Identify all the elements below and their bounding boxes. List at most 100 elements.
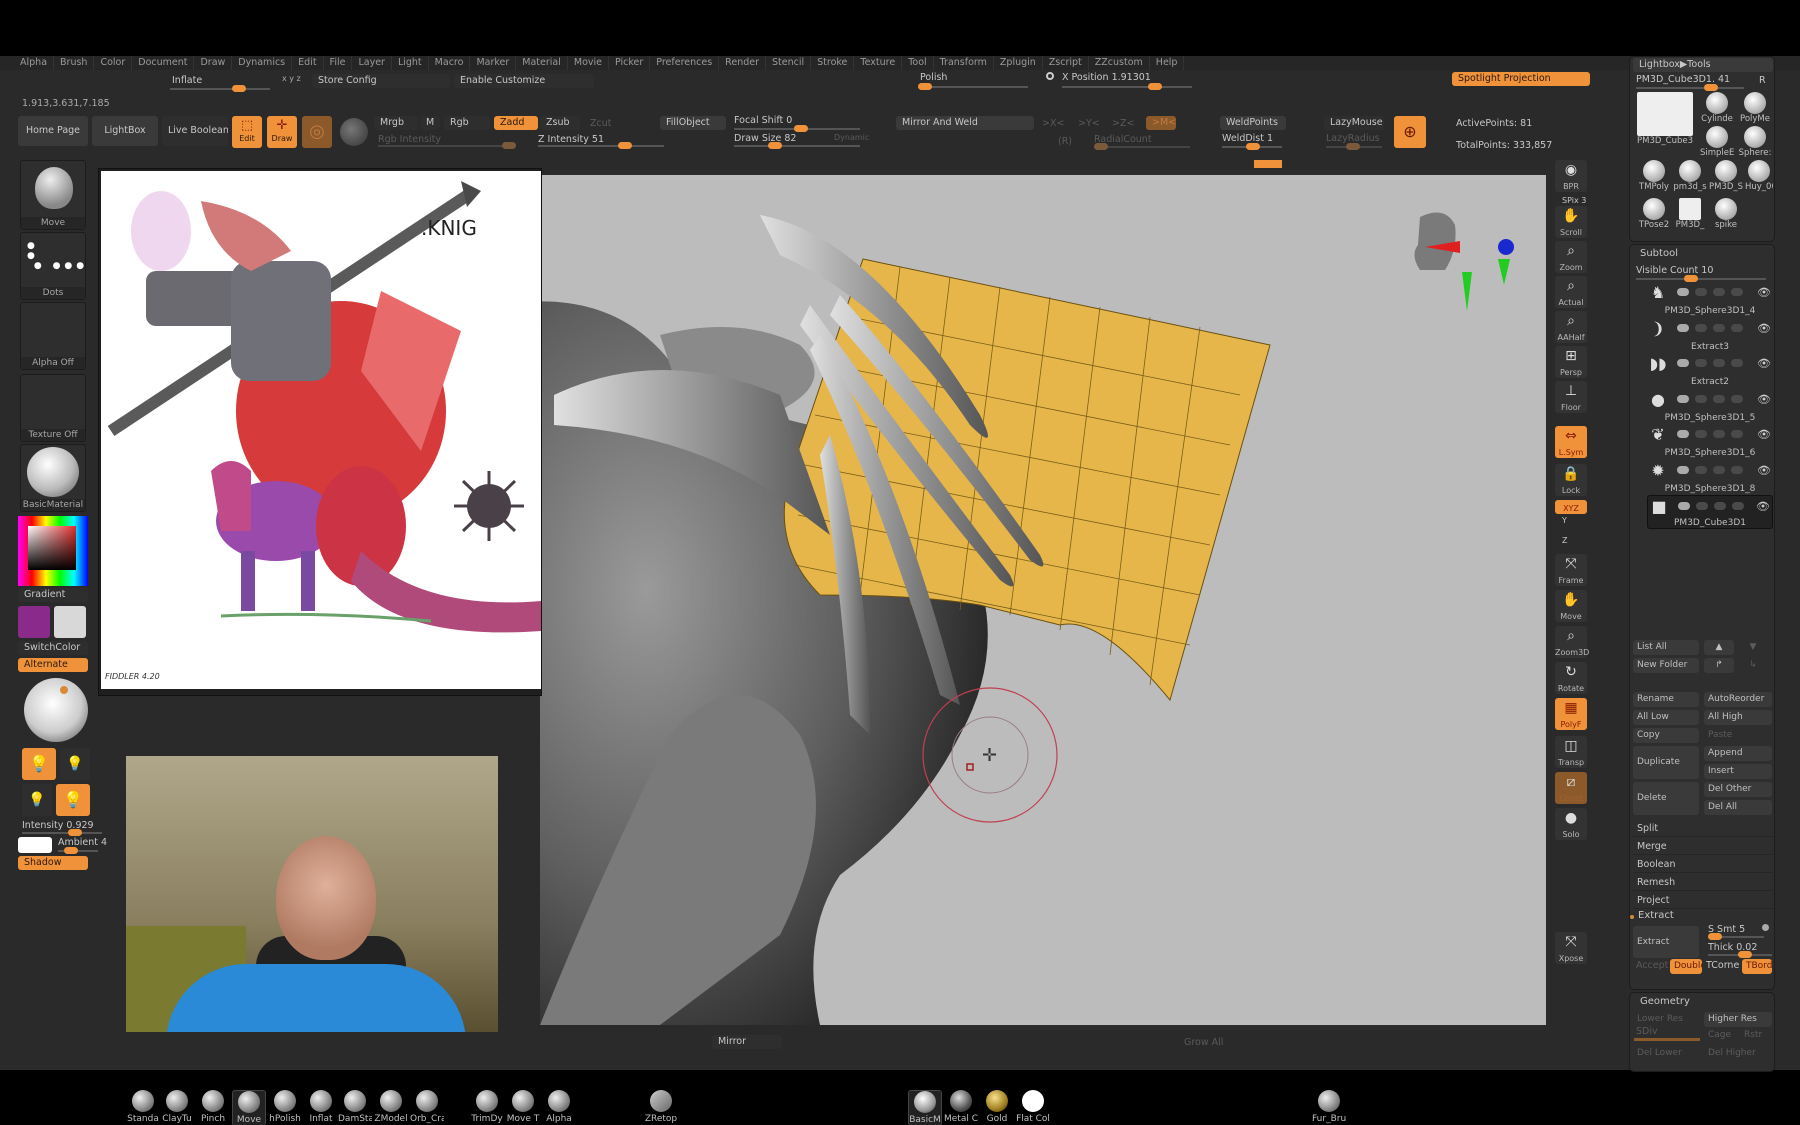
light-intensity-slider[interactable] [22, 829, 102, 836]
mrgb-button[interactable]: Mrgb [374, 116, 418, 130]
eye-icon[interactable]: 👁 [1756, 500, 1770, 513]
menu-macro[interactable]: Macro [429, 56, 471, 70]
eye-icon[interactable]: 👁 [1757, 393, 1771, 406]
menu-zplugin[interactable]: Zplugin [994, 56, 1043, 70]
reference-image-panel[interactable]: .KNIG FIDDLER 4.20 [98, 168, 542, 696]
enable-customize-button[interactable]: Enable Customize [454, 74, 594, 88]
view-tool-spix-3[interactable]: SPix 3 [1562, 196, 1586, 205]
tool-thumb[interactable]: SimpleE [1700, 126, 1734, 160]
view-tool-persp[interactable]: ⊞ Persp [1555, 346, 1587, 378]
view-tool-move[interactable]: ✋ Move [1555, 590, 1587, 622]
view-tool-xpose[interactable]: ⤧ Xpose [1555, 932, 1587, 964]
eye-icon[interactable]: 👁 [1757, 428, 1771, 441]
draw-size-slider[interactable] [734, 142, 860, 149]
menu-brush[interactable]: Brush [54, 56, 95, 70]
extract-button[interactable]: Extract [1633, 926, 1699, 958]
view-tool-z[interactable]: Z [1562, 536, 1567, 545]
edit-button[interactable]: ⬚ Edit [232, 116, 262, 148]
ambient-color-swatch[interactable] [18, 837, 52, 853]
view-tool-bpr[interactable]: ◉ BPR [1555, 160, 1587, 192]
copy-button[interactable]: Copy [1633, 728, 1699, 743]
inflate-slider[interactable] [170, 85, 270, 92]
view-tool-y[interactable]: Y [1562, 516, 1567, 525]
lightbox-button[interactable]: LightBox [92, 116, 158, 146]
subtool-item[interactable]: ◗◗ 👁 Extract2 [1647, 353, 1773, 387]
radial-count-slider[interactable] [1094, 143, 1190, 150]
alternate-button[interactable]: Alternate [18, 658, 88, 672]
shelf-item[interactable]: Standa [126, 1090, 160, 1124]
view-tool-floor[interactable]: ⊥ Floor [1555, 381, 1587, 413]
zadd-button[interactable]: Zadd [494, 116, 538, 130]
dynamic-toggle[interactable]: Dynamic [834, 133, 869, 142]
tool-thumb[interactable]: Cylinde [1700, 92, 1734, 126]
menu-layer[interactable]: Layer [352, 56, 392, 70]
accept-button[interactable]: Accept [1636, 960, 1668, 971]
dynamic-subdiv-button[interactable]: ⊕ [1394, 116, 1426, 148]
subtool-toggles[interactable] [1677, 465, 1743, 474]
menu-picker[interactable]: Picker [609, 56, 651, 70]
r-button[interactable]: R [1756, 74, 1772, 88]
thick-slider[interactable] [1708, 951, 1772, 958]
subtool-section-remesh[interactable]: Remesh [1633, 874, 1773, 891]
tool-thumb[interactable]: PM3D_Cube3D [1637, 92, 1693, 152]
subtool-section-project[interactable]: Project [1633, 892, 1773, 909]
auto-reorder-button[interactable]: AutoReorder [1704, 692, 1772, 707]
shelf-item[interactable]: Pinch [196, 1090, 230, 1124]
lazy-mouse-button[interactable]: LazyMouse [1324, 116, 1384, 130]
sdiv-slider[interactable] [1634, 1038, 1700, 1041]
menu-material[interactable]: Material [516, 56, 568, 70]
subtool-item[interactable]: ✹ 👁 PM3D_Sphere3D1_8 [1647, 460, 1773, 494]
subtool-item[interactable]: ❦ 👁 PM3D_Sphere3D1_6 [1647, 424, 1773, 458]
m-button[interactable]: M [420, 116, 440, 130]
subtool-section-boolean[interactable]: Boolean [1633, 856, 1773, 873]
subtool-toggles[interactable] [1677, 323, 1743, 332]
shelf-item[interactable]: ClayTu [160, 1090, 194, 1124]
color-square[interactable] [28, 526, 76, 570]
light-sphere[interactable] [24, 678, 88, 742]
lightbox-tools-button[interactable]: Lightbox▶Tools [1633, 58, 1773, 72]
shelf-item[interactable]: Alpha [542, 1090, 576, 1124]
color-picker[interactable] [18, 516, 88, 586]
move-down-button[interactable]: ▼ [1738, 640, 1768, 655]
del-other-button[interactable]: Del Other [1704, 782, 1772, 797]
tool-thumb[interactable]: TPose2 [1637, 198, 1671, 242]
higher-res-button[interactable]: Higher Res [1704, 1012, 1772, 1027]
xyz-toggle[interactable]: x y z [282, 74, 301, 83]
view-tool-aahalf[interactable]: ⌕ AAHalf [1555, 311, 1587, 343]
menu-preferences[interactable]: Preferences [650, 56, 720, 70]
paste-button[interactable]: Paste [1704, 728, 1772, 743]
duplicate-button[interactable]: Duplicate [1633, 746, 1699, 779]
menu-stroke[interactable]: Stroke [811, 56, 855, 70]
undo-arrow-button[interactable]: ↳ [1738, 658, 1768, 673]
shelf-item[interactable]: Move T [506, 1090, 540, 1124]
polish-circle-icon[interactable] [1046, 72, 1054, 80]
eye-icon[interactable]: 👁 [1757, 357, 1771, 370]
list-all-button[interactable]: List All [1633, 640, 1699, 655]
tool-thumb[interactable]: Sphere: [1738, 126, 1772, 160]
shelf-item[interactable]: ZModel [374, 1090, 408, 1124]
view-tool-l-sym[interactable]: ⇔ L.Sym [1555, 426, 1587, 458]
menu-alpha[interactable]: Alpha [14, 56, 55, 70]
menu-render[interactable]: Render [719, 56, 766, 70]
menu-zscript[interactable]: Zscript [1043, 56, 1089, 70]
subtool-toggles[interactable] [1677, 394, 1743, 403]
weld-dist-slider[interactable] [1222, 143, 1282, 150]
view-tool-polyf[interactable]: ▦ PolyF [1555, 698, 1587, 730]
z-intensity-slider[interactable] [538, 142, 664, 149]
subtool-item[interactable]: ■ 👁 PM3D_Cube3D1 [1647, 495, 1773, 529]
shelf-item[interactable]: Flat Col [1016, 1090, 1050, 1124]
orientation-gizmo[interactable] [1414, 212, 1514, 312]
tool-thumb[interactable]: Huy_06 [1745, 160, 1773, 204]
subtool-item[interactable]: ♞ 👁 PM3D_Sphere3D1_4 [1647, 282, 1773, 316]
shadow-button[interactable]: Shadow [18, 856, 88, 870]
home-page-button[interactable]: Home Page [18, 116, 88, 146]
move-mode-button[interactable]: ◎ [302, 116, 332, 148]
x-position-slider[interactable] [1062, 83, 1192, 90]
menu-file[interactable]: File [324, 56, 353, 70]
lower-res-button[interactable]: Lower Res [1633, 1012, 1699, 1027]
subtool-toggles[interactable] [1677, 288, 1743, 296]
spotlight-projection-button[interactable]: Spotlight Projection [1452, 72, 1590, 86]
zsub-button[interactable]: Zsub [540, 116, 580, 130]
main-color-swatch[interactable] [18, 606, 50, 638]
sym-y-button[interactable]: >Y< [1078, 118, 1100, 129]
